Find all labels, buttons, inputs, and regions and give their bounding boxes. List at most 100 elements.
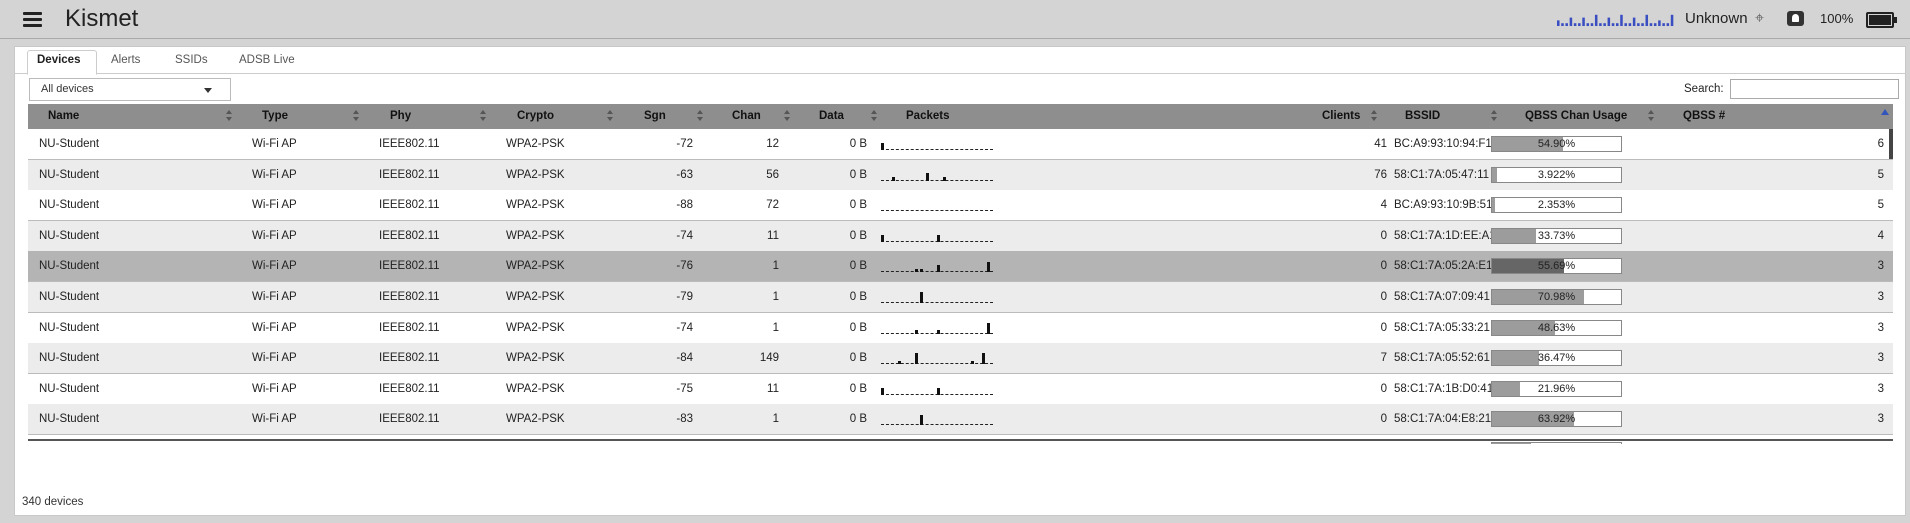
col-bssid[interactable]: BSSID [1405, 110, 1440, 122]
crosshair-icon[interactable]: ⌖ [1755, 10, 1764, 28]
qbss-usage-bar: 36.47% [1491, 350, 1622, 367]
cell-crypto: WPA2-PSK [506, 138, 565, 150]
device-filter-select[interactable]: All devices [29, 78, 231, 101]
sort-icon[interactable] [1491, 110, 1498, 122]
cell-bssid: 58:C1:7A:1B:D0:41 [1394, 382, 1494, 395]
cell-qbss-number: 6 [1877, 138, 1884, 150]
cell-bssid: BC:A9:93:10:94:F1 [1394, 138, 1492, 150]
activity-bar [1565, 23, 1568, 26]
packet-bar [920, 414, 924, 426]
sort-ascending-icon[interactable] [1881, 109, 1889, 115]
table-bottom-border [28, 439, 1893, 444]
qbss-usage-text: 54.90% [1537, 138, 1576, 150]
cell-crypto: WPA2-PSK [506, 321, 565, 334]
table-header: Name Type Phy Crypto Sgn Chan Data Packe… [28, 104, 1893, 131]
tab-adsb-live[interactable]: ADSB Live [239, 54, 295, 66]
packet-bar [881, 142, 884, 150]
cell-bssid: 58:C1:7A:1D:EE:A1 [1394, 229, 1496, 242]
cell-data: 0 B [849, 168, 867, 181]
table-row[interactable]: NU-Student Wi-Fi AP IEEE802.11 WPA2-PSK -76 1… [28, 251, 1893, 283]
tab-alerts[interactable]: Alerts [111, 54, 140, 66]
col-qbss-number[interactable]: QBSS # [1683, 110, 1725, 122]
table-row[interactable]: NU-Student Wi-Fi AP IEEE802.11 WPA2-PSK -83 1… [28, 404, 1893, 436]
col-crypto[interactable]: Crypto [517, 110, 554, 122]
sort-icon[interactable] [226, 110, 233, 122]
activity-bar [1620, 14, 1623, 26]
battery-icon [1866, 12, 1897, 28]
cell-clients: 4 [1380, 199, 1387, 212]
qbss-usage-bar: 70.98% [1491, 289, 1622, 305]
scrollbar-thumb[interactable] [1889, 129, 1893, 159]
cell-channel: 149 [759, 352, 779, 365]
cell-qbss-number: 5 [1877, 199, 1884, 212]
tab-ssids[interactable]: SSIDs [175, 54, 208, 66]
gps-status[interactable]: Unknown [1685, 10, 1748, 27]
sort-icon[interactable] [784, 110, 791, 122]
activity-bar [1590, 23, 1594, 26]
cell-clients: 0 [1380, 291, 1387, 303]
cell-type: Wi-Fi AP [252, 382, 297, 395]
activity-bar [1670, 14, 1674, 26]
col-clients[interactable]: Clients [1322, 110, 1360, 122]
tab-devices[interactable]: Devices [37, 54, 80, 66]
notification-icon[interactable] [1787, 11, 1804, 26]
sort-icon[interactable] [607, 110, 614, 122]
cell-clients: 0 [1380, 229, 1387, 242]
activity-bar [1599, 23, 1602, 26]
cell-name: NU-Student [39, 352, 100, 365]
cell-qbss-number: 3 [1877, 291, 1884, 303]
col-name[interactable]: Name [48, 110, 79, 122]
packet-bar [925, 173, 929, 181]
packets-sparkline [881, 320, 993, 334]
col-data[interactable]: Data [819, 110, 844, 122]
cell-qbss-number: 3 [1877, 321, 1884, 334]
cell-phy: IEEE802.11 [379, 199, 440, 212]
packet-bar [897, 360, 901, 365]
battery-level: 100% [1820, 11, 1854, 26]
activity-bar [1628, 23, 1632, 26]
cell-signal: -74 [676, 229, 693, 242]
cell-channel: 12 [766, 138, 779, 150]
table-row[interactable]: NU-Student Wi-Fi AP IEEE802.11 WPA2-PSK -84 1… [28, 343, 1893, 375]
col-chan[interactable]: Chan [732, 110, 761, 122]
cell-data: 0 B [849, 138, 867, 150]
table-row[interactable]: NU-Student Wi-Fi AP IEEE802.11 WPA2-PSK -63 5… [28, 159, 1893, 191]
col-qbss-chan-usage[interactable]: QBSS Chan Usage [1525, 110, 1627, 122]
table-row[interactable]: NU-Student Wi-Fi AP IEEE802.11 WPA2-PSK -74 1… [28, 312, 1893, 344]
table-row[interactable]: NU-Student Wi-Fi AP IEEE802.11 WPA2-PSK -72 1… [28, 129, 1893, 160]
search-input[interactable] [1730, 79, 1899, 99]
sort-icon[interactable] [871, 110, 878, 122]
cell-signal: -79 [676, 291, 693, 303]
cell-phy: IEEE802.11 [379, 168, 440, 181]
sort-icon[interactable] [697, 110, 704, 122]
col-packets[interactable]: Packets [906, 110, 949, 122]
sort-icon[interactable] [353, 110, 360, 122]
sort-icon[interactable] [1648, 110, 1655, 122]
col-phy[interactable]: Phy [390, 110, 411, 122]
qbss-usage-bar: 54.90% [1491, 136, 1622, 152]
table-row[interactable]: NU-Student Wi-Fi AP IEEE802.11 WPA2-PSK -88 7… [28, 190, 1893, 222]
activity-sparkline [1557, 14, 1674, 26]
sort-icon[interactable] [480, 110, 487, 122]
packet-bar [937, 330, 940, 334]
qbss-usage-text: 48.63% [1537, 321, 1576, 334]
table-row[interactable]: NU-Student Wi-Fi AP IEEE802.11 WPA2-PSK -79 1… [28, 282, 1893, 313]
col-type[interactable]: Type [262, 110, 288, 122]
cell-name: NU-Student [39, 413, 100, 426]
packets-sparkline [881, 350, 993, 365]
table-row[interactable]: NU-Student Wi-Fi AP IEEE802.11 WPA2-PSK -74 1… [28, 220, 1893, 252]
cell-bssid: 58:C1:7A:05:47:11 [1394, 168, 1490, 181]
activity-bar [1641, 23, 1644, 26]
cell-channel: 1 [772, 260, 779, 273]
sort-icon[interactable] [1371, 110, 1378, 122]
col-sgn[interactable]: Sgn [644, 110, 666, 122]
cell-data: 0 B [849, 352, 867, 365]
menu-icon[interactable] [23, 12, 42, 27]
packet-bar [987, 261, 991, 273]
chevron-down-icon [204, 88, 212, 93]
qbss-usage-text: 3.922% [1537, 168, 1576, 181]
cell-qbss-number: 3 [1877, 382, 1884, 395]
cell-crypto: WPA2-PSK [506, 352, 565, 365]
table-row[interactable]: NU-Student Wi-Fi AP IEEE802.11 WPA2-PSK -75 1… [28, 373, 1893, 405]
cell-phy: IEEE802.11 [379, 229, 440, 242]
